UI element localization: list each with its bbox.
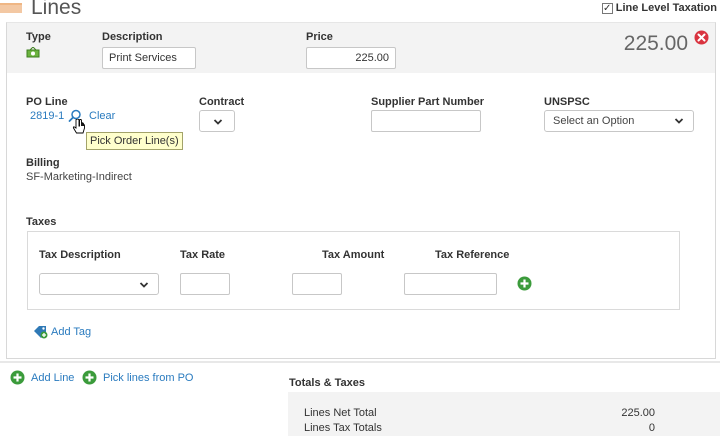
lines-tax-totals-value: 0 bbox=[648, 422, 655, 434]
remove-line-icon[interactable] bbox=[694, 30, 709, 48]
tax-amount-field[interactable] bbox=[292, 273, 342, 295]
po-line-link[interactable]: 2819-1 bbox=[30, 110, 64, 122]
tax-description-header: Tax Description bbox=[39, 249, 121, 261]
pick-lines-from-po-button[interactable]: Pick lines from PO bbox=[82, 370, 193, 385]
tag-icon bbox=[34, 326, 48, 339]
money-icon bbox=[26, 46, 40, 62]
billing-label: Billing bbox=[26, 157, 60, 169]
chevron-down-icon bbox=[213, 119, 223, 125]
tax-reference-header: Tax Reference bbox=[435, 249, 510, 261]
unspsc-select[interactable]: Select an Option bbox=[544, 110, 694, 132]
line-level-taxation-toggle[interactable]: ✓ Line Level Taxation bbox=[601, 2, 717, 14]
add-line-label: Add Line bbox=[31, 371, 75, 384]
price-label: Price bbox=[306, 31, 333, 43]
plus-circle-icon bbox=[10, 370, 25, 385]
unspsc-label: UNSPSC bbox=[544, 96, 590, 108]
plus-circle-icon bbox=[82, 370, 97, 385]
checkbox-icon[interactable]: ✓ bbox=[601, 2, 613, 14]
lines-tax-totals-label: Lines Tax Totals bbox=[304, 422, 382, 434]
tax-amount-header: Tax Amount bbox=[322, 249, 385, 261]
section-stripe bbox=[0, 3, 22, 13]
supplier-part-field[interactable] bbox=[371, 110, 481, 132]
billing-value: SF-Marketing-Indirect bbox=[26, 171, 132, 183]
tax-reference-field[interactable] bbox=[404, 273, 497, 295]
line-total-amount: 225.00 bbox=[623, 32, 688, 55]
chevron-down-icon bbox=[674, 118, 684, 124]
add-tag-label: Add Tag bbox=[51, 326, 92, 338]
tax-description-select[interactable] bbox=[39, 273, 159, 295]
description-field[interactable]: Print Services bbox=[102, 47, 196, 69]
section-divider bbox=[0, 361, 720, 363]
po-line-label: PO Line bbox=[26, 96, 68, 108]
lines-net-total-value: 225.00 bbox=[621, 407, 655, 419]
totals-title: Totals & Taxes bbox=[289, 377, 366, 389]
chevron-down-icon bbox=[139, 282, 149, 288]
price-field[interactable]: 225.00 bbox=[306, 47, 396, 69]
add-tag-button[interactable]: Add Tag bbox=[33, 325, 91, 339]
lines-net-total-label: Lines Net Total bbox=[304, 407, 377, 419]
description-label: Description bbox=[102, 31, 163, 43]
taxes-label: Taxes bbox=[26, 216, 57, 228]
add-line-button[interactable]: Add Line bbox=[10, 370, 74, 385]
hand-cursor-icon bbox=[72, 118, 86, 138]
pick-lines-label: Pick lines from PO bbox=[103, 371, 194, 384]
tax-rate-field[interactable] bbox=[180, 273, 230, 295]
contract-label: Contract bbox=[199, 96, 245, 108]
add-tax-icon[interactable] bbox=[517, 276, 532, 294]
tooltip: Pick Order Line(s) bbox=[86, 132, 183, 150]
type-label: Type bbox=[26, 31, 51, 43]
line-level-taxation-label: Line Level Taxation bbox=[615, 2, 717, 14]
clear-link[interactable]: Clear bbox=[89, 110, 115, 122]
contract-select[interactable] bbox=[199, 110, 235, 132]
section-title: Lines bbox=[31, 0, 82, 19]
tax-rate-header: Tax Rate bbox=[180, 249, 226, 261]
unspsc-value: Select an Option bbox=[553, 115, 635, 127]
supplier-part-label: Supplier Part Number bbox=[371, 96, 485, 108]
taxes-box bbox=[27, 231, 680, 310]
